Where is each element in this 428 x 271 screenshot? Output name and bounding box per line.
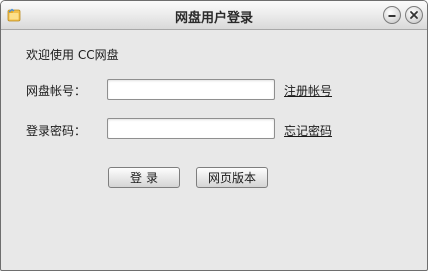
title-bar[interactable]: 网盘用户登录	[1, 1, 427, 30]
window-title: 网盘用户登录	[174, 11, 253, 26]
minimize-button[interactable]	[383, 6, 401, 24]
account-input[interactable]	[107, 79, 275, 100]
password-input[interactable]	[107, 118, 275, 139]
minimize-icon	[387, 10, 397, 20]
account-label: 网盘帐号：	[26, 84, 87, 98]
password-label: 登录密码：	[26, 124, 87, 138]
welcome-text: 欢迎使用 CC网盘	[26, 48, 119, 62]
close-button[interactable]	[405, 6, 423, 24]
login-form: 欢迎使用 CC网盘 网盘帐号： 注册帐号 登录密码： 忘记密码 登录 网页版本	[1, 31, 427, 270]
forgot-password-link[interactable]: 忘记密码	[284, 122, 332, 139]
login-button[interactable]: 登录	[108, 167, 180, 188]
web-version-button[interactable]: 网页版本	[196, 167, 268, 188]
login-window: 网盘用户登录 欢迎使用 CC网盘 网盘帐号： 注册帐号 登录密码： 忘记密码 登…	[0, 0, 428, 271]
close-icon	[409, 10, 419, 20]
register-link[interactable]: 注册帐号	[284, 82, 332, 99]
